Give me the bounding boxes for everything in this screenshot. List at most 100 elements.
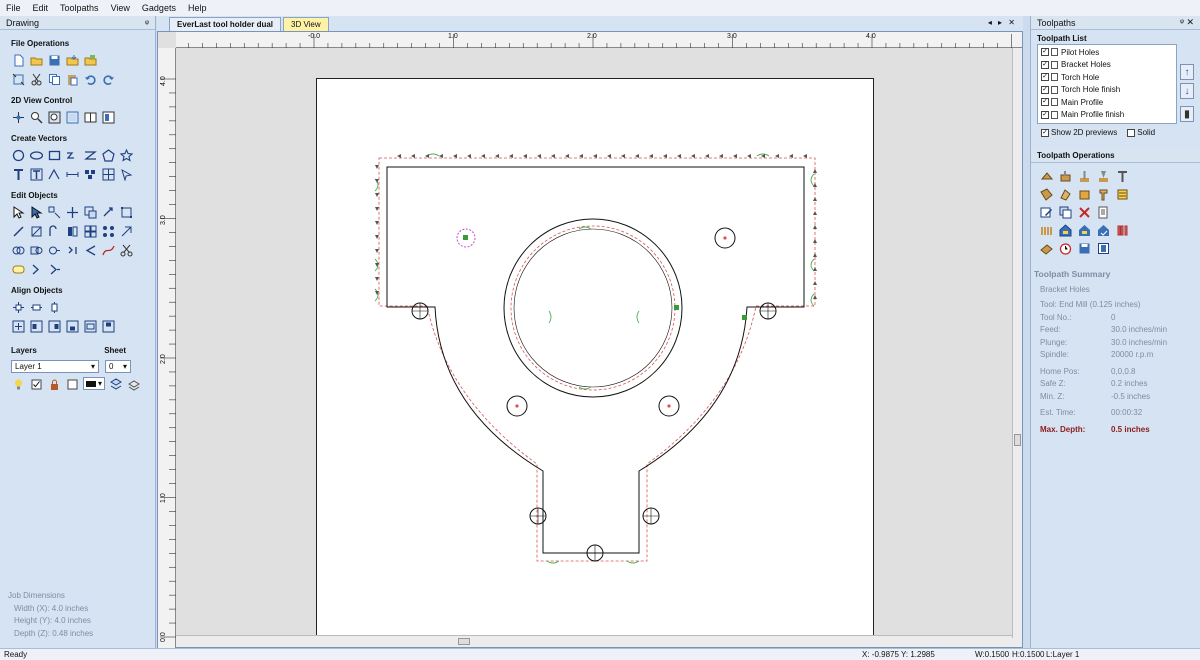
save-template-icon[interactable]	[1096, 223, 1111, 237]
zoom-material-icon[interactable]	[65, 110, 80, 125]
engraving-toolpath-icon[interactable]	[1115, 169, 1130, 183]
toolpath-item[interactable]: ✓ Torch Hole	[1041, 71, 1173, 84]
fluting-toolpath-icon[interactable]	[1039, 187, 1054, 201]
text-icon[interactable]	[11, 167, 26, 182]
curve-icon[interactable]	[83, 243, 98, 258]
align-icon[interactable]	[29, 224, 44, 239]
toolpath-item[interactable]: ✓ Main Profile finish	[1041, 109, 1173, 122]
new-file-icon[interactable]	[11, 53, 26, 68]
import-bitmap-icon[interactable]	[83, 53, 98, 68]
layer-color-swatch[interactable]	[65, 377, 80, 392]
move-icon[interactable]	[65, 205, 80, 220]
open-file-icon[interactable]	[29, 53, 44, 68]
curve-fit-icon[interactable]	[29, 262, 44, 277]
transform-icon[interactable]	[47, 205, 62, 220]
size-icon[interactable]	[119, 205, 134, 220]
smooth-icon[interactable]	[101, 243, 116, 258]
drilling-toolpath-icon[interactable]	[1077, 169, 1092, 183]
zoom-extents-icon[interactable]	[47, 110, 62, 125]
subtract-icon[interactable]	[29, 243, 44, 258]
menu-toolpaths[interactable]: Toolpaths	[60, 3, 99, 13]
import-vectors-icon[interactable]	[65, 53, 80, 68]
job-size-icon[interactable]	[11, 72, 26, 87]
weld-icon[interactable]	[11, 243, 26, 258]
templates-icon[interactable]	[1058, 223, 1073, 237]
fillet-icon[interactable]	[83, 167, 98, 182]
design-canvas[interactable]: -0.0 1.0 2.0 3.0 4.0 4.0 3.0 2.0 1.0 0.0	[157, 31, 1023, 648]
trim-icon[interactable]	[65, 224, 80, 239]
toolpath-checkbox[interactable]: ✓	[1041, 98, 1049, 107]
align-horizontal-icon[interactable]	[29, 300, 44, 315]
toolpath-checkbox[interactable]: ✓	[1041, 48, 1049, 57]
menu-file[interactable]: File	[6, 3, 21, 13]
paste-icon[interactable]	[65, 72, 80, 87]
menu-help[interactable]: Help	[188, 3, 207, 13]
line-color-dropdown[interactable]: ▾	[83, 377, 105, 390]
tabs-icon[interactable]	[1039, 223, 1054, 237]
view-layout-icon[interactable]	[83, 110, 98, 125]
dimension-icon[interactable]	[65, 167, 80, 182]
copy-icon[interactable]	[47, 72, 62, 87]
align-vertical-icon[interactable]	[47, 300, 62, 315]
merge-icon[interactable]	[1077, 223, 1092, 237]
edit-toolpath-icon[interactable]	[1039, 205, 1054, 219]
timer-icon[interactable]	[1058, 241, 1073, 255]
tab-2d-design[interactable]: EverLast tool holder dual	[169, 17, 282, 31]
polygon-icon[interactable]	[101, 148, 116, 163]
vcarve-toolpath-icon[interactable]	[1096, 169, 1111, 183]
toolpath-checkbox[interactable]: ✓	[1041, 73, 1049, 82]
auto-layout-text-icon[interactable]	[47, 167, 62, 182]
vertical-scrollbar[interactable]	[1012, 48, 1022, 638]
layer-properties-icon[interactable]	[108, 377, 123, 392]
horizontal-scrollbar[interactable]	[176, 635, 1022, 647]
mirror-icon[interactable]	[11, 224, 26, 239]
delete-toolpath-button[interactable]: ▮	[1180, 106, 1194, 122]
texture-toolpath-icon[interactable]	[1115, 187, 1130, 201]
toolpath-list[interactable]: ✓ Pilot Holes ✓ Bracket Holes ✓ Torch Hole …	[1037, 44, 1177, 124]
menu-edit[interactable]: Edit	[33, 3, 49, 13]
text-on-curve-icon[interactable]	[29, 167, 44, 182]
redo-icon[interactable]	[101, 72, 116, 87]
toolpath-checkbox[interactable]: ✓	[1041, 85, 1049, 94]
group-icon[interactable]	[83, 224, 98, 239]
join-icon[interactable]	[65, 243, 80, 258]
show-2d-checkbox[interactable]: ✓	[1041, 128, 1049, 137]
export-toolpath-icon[interactable]	[1096, 241, 1111, 255]
view-toggle-icon[interactable]	[101, 110, 116, 125]
inlay-toolpath-icon[interactable]	[1077, 187, 1092, 201]
toolpath-item[interactable]: ✓ Main Profile	[1041, 96, 1173, 109]
nest-icon[interactable]	[119, 224, 134, 239]
align-middle-icon[interactable]	[83, 319, 98, 334]
visibility-checkbox[interactable]	[29, 377, 44, 392]
tab-controls[interactable]: ◂ ▸ ✕	[988, 18, 1017, 27]
array-copy-icon[interactable]	[101, 224, 116, 239]
align-right-icon[interactable]	[47, 319, 62, 334]
lightbulb-icon[interactable]	[11, 377, 26, 392]
panel-controls[interactable]: ᵠ ✕	[1180, 17, 1194, 28]
save-icon[interactable]	[47, 53, 62, 68]
offset-icon[interactable]	[47, 224, 62, 239]
sheet-dropdown[interactable]: 0 ▾	[105, 360, 131, 373]
delete-toolpath-icon[interactable]	[1077, 205, 1092, 219]
grid-pattern-icon[interactable]	[101, 167, 116, 182]
layer-stack-icon[interactable]	[126, 377, 141, 392]
save-toolpath-icon[interactable]	[1077, 241, 1092, 255]
scissors-icon[interactable]	[119, 243, 134, 258]
pocket-toolpath-icon[interactable]	[1058, 169, 1073, 183]
toolpath-checkbox[interactable]: ✓	[1041, 60, 1049, 69]
profile-toolpath-icon[interactable]	[1039, 169, 1054, 183]
toolpath-item[interactable]: ✓ Bracket Holes	[1041, 59, 1173, 72]
align-center-box-icon[interactable]	[11, 319, 26, 334]
copy-toolpath-icon[interactable]	[1058, 205, 1073, 219]
circle-icon[interactable]	[11, 148, 26, 163]
select-icon[interactable]	[11, 205, 26, 220]
moulding-toolpath-icon[interactable]	[1096, 187, 1111, 201]
align-center-icon[interactable]	[11, 300, 26, 315]
star-icon[interactable]	[119, 148, 134, 163]
prism-toolpath-icon[interactable]	[1058, 187, 1073, 201]
preview-material-icon[interactable]	[1039, 241, 1054, 255]
toolpath-item[interactable]: ✓ Pilot Holes	[1041, 46, 1173, 59]
tab-3d-view[interactable]: 3D View	[283, 17, 329, 31]
ellipse-icon[interactable]	[29, 148, 44, 163]
align-left-icon[interactable]	[29, 319, 44, 334]
